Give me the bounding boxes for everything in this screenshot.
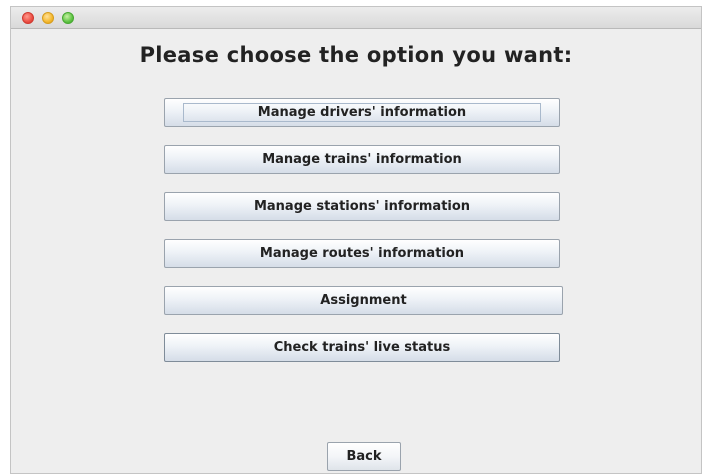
manage-routes-button[interactable]: Manage routes' information [164,239,560,268]
assignment-button[interactable]: Assignment [164,286,563,315]
zoom-icon[interactable] [62,12,74,24]
assignment-label: Assignment [320,293,407,308]
back-button[interactable]: Back [327,442,401,471]
check-live-status-label: Check trains' live status [273,340,451,355]
manage-stations-label: Manage stations' information [253,199,471,214]
manage-stations-button[interactable]: Manage stations' information [164,192,560,221]
title-bar [11,7,701,29]
manage-trains-label: Manage trains' information [262,152,462,167]
manage-drivers-label: Manage drivers' information [257,105,467,120]
manage-routes-label: Manage routes' information [259,246,465,261]
minimize-icon[interactable] [42,12,54,24]
app-window: Please choose the option you want: Manag… [10,6,702,474]
check-live-status-button[interactable]: Check trains' live status [164,333,560,362]
close-icon[interactable] [22,12,34,24]
manage-drivers-button[interactable]: Manage drivers' information [164,98,560,127]
page-title: Please choose the option you want: [139,43,573,67]
manage-trains-button[interactable]: Manage trains' information [164,145,560,174]
